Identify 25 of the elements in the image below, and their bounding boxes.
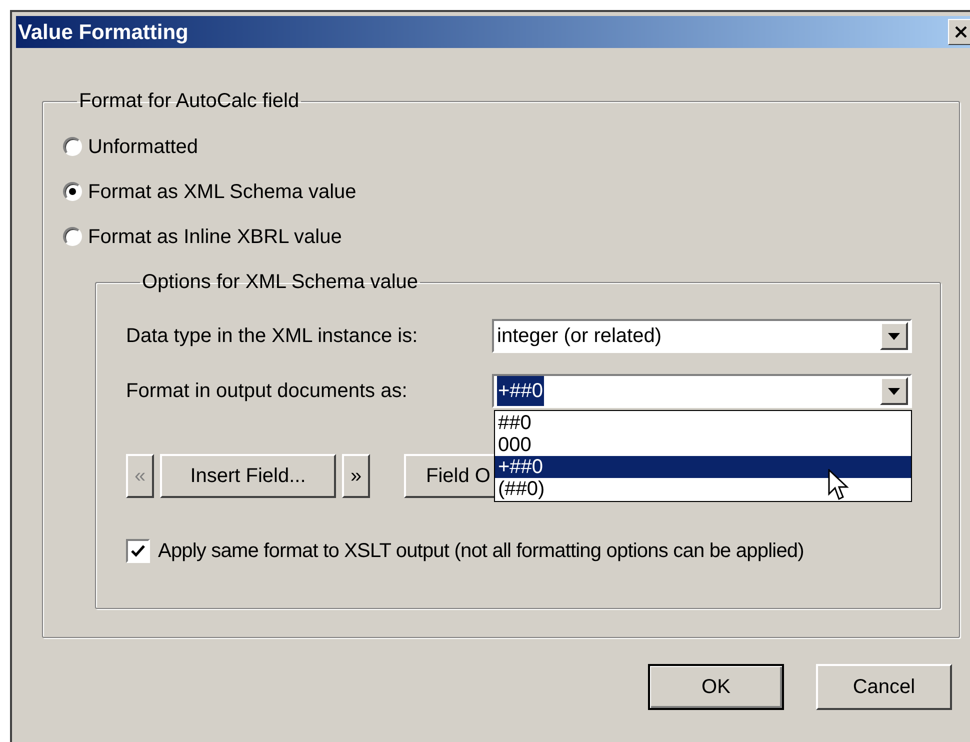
dropdown-field[interactable]: integer (or related) — [492, 319, 912, 353]
field-label: Format in output documents as: — [126, 379, 408, 404]
dropdown-field[interactable]: +##0 — [492, 374, 912, 408]
button[interactable]: OK — [648, 664, 784, 710]
button[interactable]: » — [342, 454, 370, 498]
button[interactable]: Cancel — [816, 664, 952, 710]
list-item[interactable]: 000 — [495, 434, 911, 456]
button[interactable]: Insert Field... — [160, 454, 336, 498]
checkmark-icon — [131, 545, 145, 557]
group-title: Format for AutoCalc field — [78, 89, 300, 114]
close-button[interactable] — [948, 19, 970, 45]
checkbox[interactable] — [126, 539, 150, 563]
radio-button[interactable] — [63, 227, 82, 246]
radio-label: Format as Inline XBRL value — [88, 224, 342, 250]
radio-button[interactable] — [63, 182, 82, 201]
group-title: Options for XML Schema value — [141, 270, 420, 295]
radio-button[interactable] — [63, 137, 82, 156]
radio-label: Format as XML Schema value — [88, 180, 356, 204]
list-item[interactable]: ##0 — [495, 412, 911, 434]
window-title: Value Formatting — [18, 22, 188, 42]
close-icon — [955, 26, 967, 38]
radio-label: Unformatted — [88, 134, 198, 160]
field-label: Data type in the XML instance is: — [126, 324, 418, 349]
checkbox-label: Apply same format to XSLT output (not all formatting options can be applied) — [158, 539, 804, 564]
list-item[interactable]: +##0 — [495, 456, 911, 478]
